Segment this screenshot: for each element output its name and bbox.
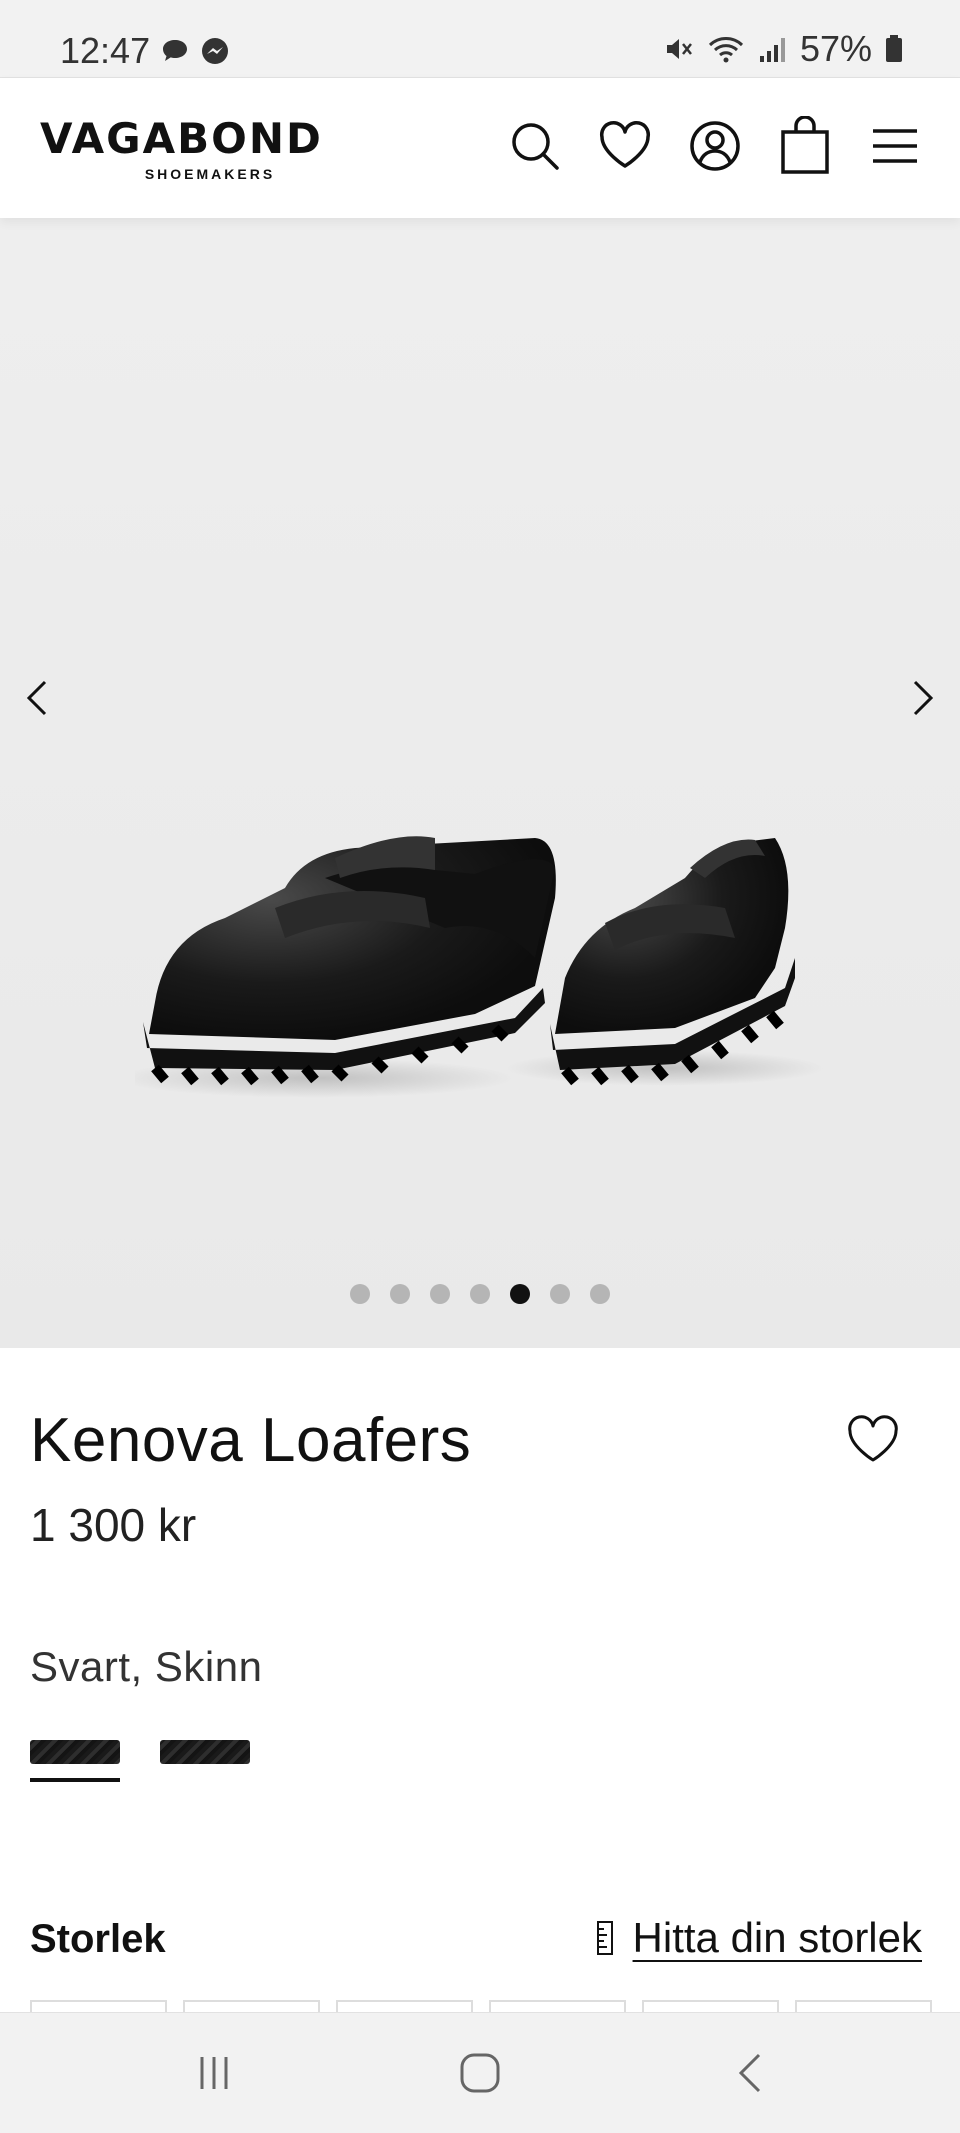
- home-icon: [460, 2053, 500, 2093]
- add-to-wishlist-button[interactable]: [845, 1412, 905, 1472]
- notification-icons: [160, 36, 230, 66]
- gallery-dot[interactable]: [430, 1284, 450, 1304]
- product-price: 1 300 kr: [30, 1499, 197, 1551]
- product-image-gallery[interactable]: [0, 218, 960, 1348]
- gallery-next-button[interactable]: [898, 658, 948, 738]
- gallery-prev-button[interactable]: [12, 658, 62, 738]
- mute-icon: [666, 39, 692, 59]
- heart-icon: [848, 1415, 898, 1462]
- battery-icon: [886, 35, 902, 62]
- cart-button[interactable]: [775, 116, 835, 176]
- gallery-dot[interactable]: [390, 1284, 410, 1304]
- color-swatch-selected[interactable]: [30, 1740, 120, 1764]
- gallery-dot[interactable]: [350, 1284, 370, 1304]
- gallery-dot[interactable]: [470, 1284, 490, 1304]
- system-navigation-bar: [0, 2012, 960, 2133]
- account-button[interactable]: [685, 116, 745, 176]
- status-right-group: 57%: [662, 28, 904, 70]
- chevron-right-icon: [913, 680, 934, 716]
- swatch-selected-indicator: [30, 1778, 120, 1782]
- color-swatch[interactable]: [160, 1740, 250, 1764]
- brand-logo[interactable]: VAGABOND SHOEMAKERS: [40, 114, 380, 183]
- gallery-pagination: [0, 1284, 960, 1304]
- back-button[interactable]: [720, 2043, 780, 2103]
- chevron-left-icon: [26, 680, 47, 716]
- search-button[interactable]: [505, 116, 565, 176]
- battery-percent: 57%: [799, 28, 872, 69]
- ruler-icon: [596, 1921, 613, 1955]
- wishlist-button[interactable]: [595, 116, 655, 176]
- home-button[interactable]: [450, 2043, 510, 2103]
- menu-button[interactable]: [865, 116, 925, 176]
- status-time: 12:47: [60, 30, 151, 71]
- menu-icon: [873, 129, 917, 163]
- recent-apps-icon: [200, 2057, 228, 2089]
- chat-bubble-icon: [163, 40, 187, 61]
- bag-icon: [781, 116, 829, 174]
- size-section-label: Storlek: [30, 1917, 166, 1961]
- signal-icon: [759, 38, 785, 62]
- site-header: VAGABOND SHOEMAKERS: [0, 78, 960, 218]
- messenger-icon: [202, 38, 228, 64]
- product-image: [135, 836, 825, 1098]
- size-guide-link[interactable]: Hitta din storlek: [595, 1914, 922, 1962]
- size-guide-text: Hitta din storlek: [632, 1914, 922, 1961]
- search-icon: [512, 123, 559, 170]
- account-icon: [690, 121, 740, 171]
- heart-icon: [599, 121, 651, 168]
- gallery-dot[interactable]: [590, 1284, 610, 1304]
- gallery-dot[interactable]: [550, 1284, 570, 1304]
- back-chevron-icon: [738, 2053, 761, 2093]
- gallery-dot-active[interactable]: [510, 1284, 530, 1304]
- wifi-icon: [708, 37, 743, 63]
- recent-apps-button[interactable]: [184, 2043, 244, 2103]
- logo-subtext: SHOEMAKERS: [144, 166, 276, 182]
- status-bar: 12:47 57%: [0, 0, 960, 78]
- product-title: Kenova Loafers: [30, 1406, 472, 1475]
- logo-text: VAGABOND: [40, 114, 323, 163]
- product-color-label: Svart, Skinn: [30, 1643, 263, 1690]
